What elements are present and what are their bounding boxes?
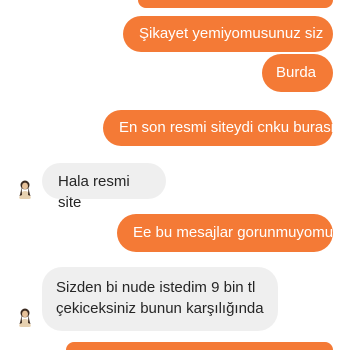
message-text: Şikayet yemiyomusunuz siz	[139, 25, 324, 42]
message-outgoing-2[interactable]: Burda	[262, 54, 333, 92]
message-outgoing-4[interactable]: Ee bu mesajlar gorunmuyomu	[117, 214, 333, 252]
profile-avatar-icon	[19, 180, 31, 199]
sender-avatar-2[interactable]	[14, 306, 36, 328]
message-text: Sizden bi nude istedim 9 bin tl çekiceks…	[56, 279, 264, 317]
profile-avatar-icon	[19, 308, 31, 327]
message-text: Ee bu mesajlar gorunmuyomu	[133, 224, 334, 241]
partial-message-bottom	[66, 342, 333, 350]
message-text: Hala resmi site	[58, 173, 130, 211]
message-outgoing-1[interactable]: Şikayet yemiyomusunuz siz	[123, 16, 333, 52]
message-text: En son resmi siteydi cnku burasi	[119, 119, 335, 136]
message-incoming-1[interactable]: Hala resmi site	[42, 163, 166, 211]
partial-message-top	[138, 0, 333, 8]
message-text: Burda	[276, 64, 317, 81]
sender-avatar-1[interactable]	[14, 178, 36, 200]
message-incoming-2[interactable]: Sizden bi nude istedim 9 bin tl çekiceks…	[42, 267, 278, 331]
message-outgoing-3[interactable]: En son resmi siteydi cnku burasi	[103, 110, 335, 146]
